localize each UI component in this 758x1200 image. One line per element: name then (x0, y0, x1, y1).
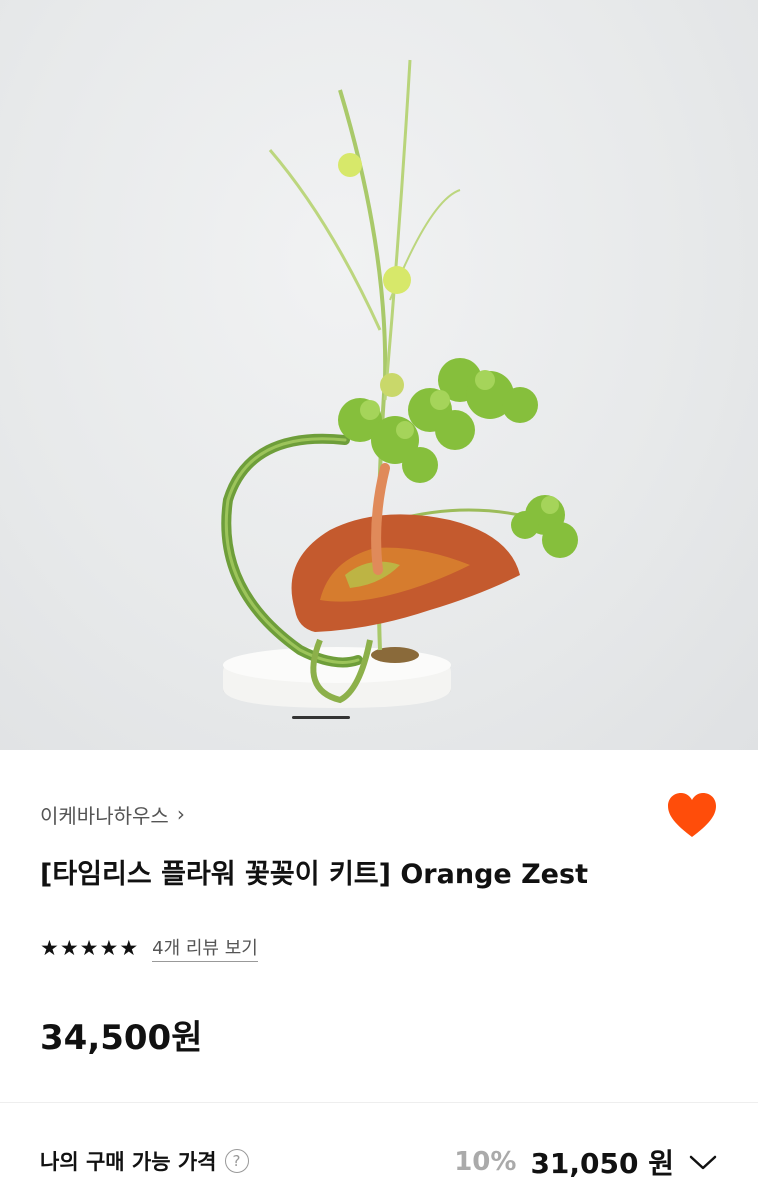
brand-name: 이케바나하우스 (40, 803, 169, 828)
purchase-price-toggle[interactable]: 10% 31,050 원 (454, 1142, 718, 1182)
product-image[interactable] (0, 0, 758, 750)
chevron-down-icon[interactable] (688, 1152, 718, 1172)
star-icon: ★ (59, 935, 79, 960)
flower-arrangement-illustration (221, 59, 578, 708)
product-price: 34,500원 (40, 1018, 203, 1058)
star-icon: ★ (79, 935, 99, 960)
rating-row: ★ ★ ★ ★ ★ 4개 리뷰 보기 (40, 934, 258, 962)
review-link[interactable]: 4개 리뷰 보기 (152, 934, 258, 962)
product-title: [타임리스 플라워 꽃꽂이 키트] Orange Zest (40, 859, 588, 890)
question-circle-icon[interactable]: ? (224, 1149, 249, 1173)
heart-icon[interactable] (666, 792, 718, 840)
star-icon: ★ (40, 935, 59, 960)
image-pager-indicator[interactable] (292, 716, 350, 719)
sale-price: 31,050 원 (530, 1147, 674, 1180)
purchase-label: 나의 구매 가능 가격 (40, 1150, 217, 1174)
purchase-label-row: 나의 구매 가능 가격 ? (40, 1146, 249, 1176)
brand-link[interactable]: 이케바나하우스 › (40, 798, 185, 830)
chevron-right-icon: › (176, 802, 185, 826)
star-icon: ★ (119, 935, 139, 960)
discount-rate: 10% (454, 1147, 517, 1177)
star-icon: ★ (99, 935, 119, 960)
star-rating: ★ ★ ★ ★ ★ (40, 935, 139, 960)
section-divider (0, 1102, 758, 1103)
